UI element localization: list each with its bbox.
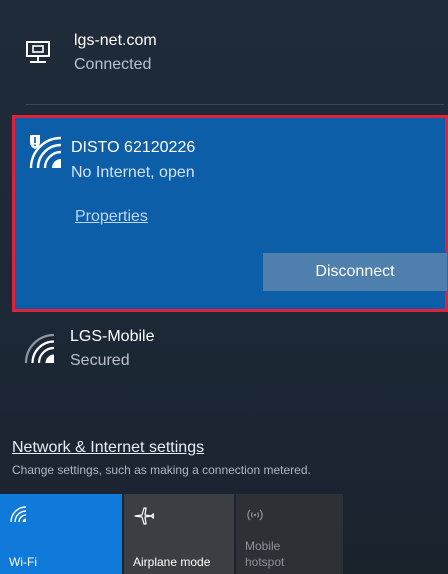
network-name: lgs-net.com bbox=[74, 32, 157, 49]
tile-label: Airplane mode bbox=[133, 555, 211, 569]
tile-label-line: hotspot bbox=[245, 555, 285, 569]
tile-label: Mobile hotspot bbox=[245, 538, 284, 570]
properties-link[interactable]: Properties bbox=[75, 208, 148, 226]
disconnect-button[interactable]: Disconnect bbox=[263, 253, 447, 291]
network-item-lgs-mobile[interactable]: LGS-Mobile Secured bbox=[0, 320, 448, 400]
network-item-lgs-net[interactable]: lgs-net.com Connected bbox=[0, 18, 448, 98]
hotspot-icon bbox=[247, 509, 263, 521]
tile-label: Wi-Fi bbox=[9, 555, 37, 569]
network-settings-link[interactable]: Network & Internet settings bbox=[12, 439, 204, 457]
tile-label-line: Mobile bbox=[245, 539, 281, 553]
network-status: No Internet, open bbox=[71, 164, 195, 181]
wifi-warning-icon bbox=[29, 135, 61, 168]
wifi-icon bbox=[10, 506, 26, 522]
mobile-hotspot-tile[interactable]: Mobile hotspot bbox=[236, 494, 343, 574]
wifi-toggle-tile[interactable]: Wi-Fi bbox=[0, 494, 122, 574]
network-status: Connected bbox=[74, 56, 152, 73]
network-name: LGS-Mobile bbox=[70, 328, 155, 345]
settings-description: Change settings, such as making a connec… bbox=[12, 463, 311, 477]
wifi-icon bbox=[24, 333, 54, 363]
network-name: DISTO 62120226 bbox=[71, 139, 196, 156]
network-status: Secured bbox=[70, 352, 130, 369]
ethernet-icon bbox=[26, 41, 50, 63]
divider bbox=[26, 104, 444, 105]
airplane-icon bbox=[134, 507, 154, 525]
network-item-disto[interactable]: DISTO 62120226 No Internet, open Propert… bbox=[12, 115, 448, 312]
airplane-mode-tile[interactable]: Airplane mode bbox=[124, 494, 234, 574]
